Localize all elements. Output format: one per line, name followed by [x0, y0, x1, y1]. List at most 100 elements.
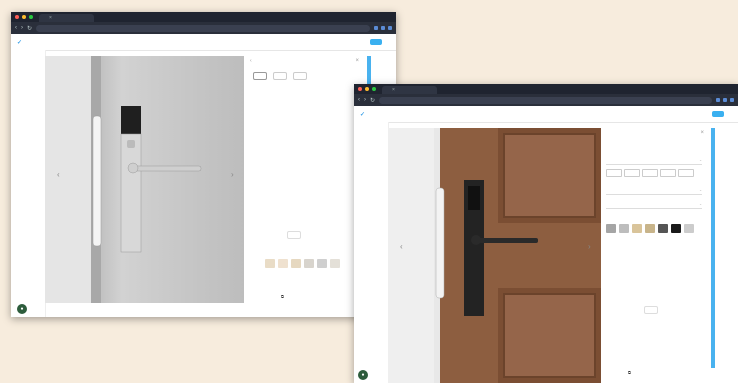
address-bar-row: ‹ › ↻	[11, 22, 396, 34]
url-field[interactable]	[36, 24, 370, 32]
color-swatch[interactable]	[671, 224, 681, 233]
option-pill[interactable]	[273, 72, 287, 80]
browser-window-back: × ‹ › ↻ ✓ ‹ › ‹ × ⧉ ●	[11, 12, 396, 317]
extension-icon[interactable]	[730, 98, 734, 102]
site-logo[interactable]: ✓	[360, 111, 365, 118]
color-swatch[interactable]	[632, 224, 642, 233]
cta-button[interactable]	[370, 39, 382, 45]
page-content: ‹ › ‹ × ⧉ ●	[11, 50, 396, 317]
color-swatch[interactable]	[304, 259, 314, 268]
close-icon[interactable]: ×	[355, 58, 359, 64]
color-swatch[interactable]	[658, 224, 668, 233]
color-swatch[interactable]	[265, 259, 275, 268]
site-header: ✓	[354, 106, 738, 123]
minimize-window-icon[interactable]	[365, 87, 369, 91]
extension-icon[interactable]	[381, 26, 385, 30]
chevron-down-icon: ⌄	[699, 202, 702, 206]
page-content: ‹ › × ⌄ ⌄ ⌄ ⧉ ●	[354, 122, 738, 383]
chevron-down-icon: ⌄	[699, 158, 702, 162]
window-controls[interactable]	[358, 87, 376, 91]
cart-icon[interactable]: ⧉	[281, 294, 284, 299]
window-controls[interactable]	[15, 15, 33, 19]
config-panel: × ⌄ ⌄ ⌄ ⧉	[604, 128, 707, 383]
chevron-down-icon: ⌄	[699, 188, 702, 192]
select-field[interactable]: ⌄	[606, 188, 702, 195]
chat-button[interactable]: ●	[17, 304, 27, 314]
extension-icon[interactable]	[716, 98, 720, 102]
cta-button[interactable]	[712, 111, 724, 117]
reload-icon[interactable]: ↻	[370, 97, 375, 104]
chat-button[interactable]: ●	[358, 370, 368, 380]
prev-image-icon[interactable]: ‹	[400, 242, 403, 251]
color-swatch[interactable]	[317, 259, 327, 268]
extension-icon[interactable]	[388, 26, 392, 30]
logo-mark-icon: ✓	[17, 39, 23, 46]
cart-icon[interactable]: ⧉	[628, 370, 631, 375]
color-swatch[interactable]	[619, 224, 629, 233]
photo-left-strip	[388, 128, 434, 383]
back-icon[interactable]: ‹	[358, 97, 360, 103]
left-margin	[354, 122, 389, 383]
config-panel: ‹ × ⧉	[247, 56, 362, 306]
browser-tab-bar: ×	[354, 84, 738, 94]
forward-icon[interactable]: ›	[364, 97, 366, 103]
close-window-icon[interactable]	[358, 87, 362, 91]
back-icon[interactable]: ‹	[15, 25, 17, 31]
extension-icon[interactable]	[374, 26, 378, 30]
color-swatch[interactable]	[606, 224, 616, 233]
add-to-cart-row: ⧉	[261, 294, 284, 299]
next-image-icon[interactable]: ›	[588, 242, 591, 251]
option-chip[interactable]	[678, 169, 694, 177]
logo-mark-icon: ✓	[360, 111, 366, 118]
forward-icon[interactable]: ›	[21, 25, 23, 31]
extensions	[716, 98, 734, 102]
close-icon[interactable]: ×	[700, 130, 704, 136]
prev-image-icon[interactable]: ‹	[57, 170, 60, 179]
reload-icon[interactable]: ↻	[27, 25, 32, 32]
tab-close-icon[interactable]: ×	[392, 87, 395, 93]
select-field[interactable]: ⌄	[606, 158, 702, 165]
next-image-icon[interactable]: ›	[231, 170, 234, 179]
color-swatches	[606, 224, 694, 233]
color-swatch[interactable]	[330, 259, 340, 268]
extensions	[374, 26, 392, 30]
option-chip[interactable]	[606, 169, 622, 177]
add-to-cart-row: ⧉	[608, 370, 631, 375]
door-lock-illustration	[91, 56, 202, 303]
back-icon[interactable]: ‹	[250, 58, 252, 64]
maximize-window-icon[interactable]	[372, 87, 376, 91]
product-photo	[91, 56, 244, 303]
option-pill[interactable]	[253, 72, 267, 80]
minimize-window-icon[interactable]	[22, 15, 26, 19]
option-pills	[253, 72, 356, 80]
color-swatches	[265, 259, 340, 268]
tab-close-icon[interactable]: ×	[49, 15, 52, 21]
maximize-window-icon[interactable]	[29, 15, 33, 19]
close-window-icon[interactable]	[15, 15, 19, 19]
address-bar-row: ‹ › ↻	[354, 94, 738, 106]
browser-tab-bar: ×	[11, 12, 396, 22]
door-lock-illustration	[434, 128, 601, 383]
url-field[interactable]	[379, 96, 712, 104]
browser-tab[interactable]: ×	[39, 14, 94, 22]
product-photo	[434, 128, 601, 383]
site-header: ✓	[11, 34, 396, 51]
info-box	[287, 231, 301, 239]
site-logo[interactable]: ✓	[17, 39, 22, 46]
photo-left-strip	[45, 56, 91, 303]
color-swatch[interactable]	[291, 259, 301, 268]
left-margin	[11, 50, 46, 317]
select-field[interactable]: ⌄	[606, 202, 702, 209]
color-swatch[interactable]	[684, 224, 694, 233]
option-chip[interactable]	[642, 169, 658, 177]
extension-icon[interactable]	[723, 98, 727, 102]
scrollbar[interactable]	[711, 128, 715, 368]
color-swatch[interactable]	[645, 224, 655, 233]
option-pill[interactable]	[293, 72, 307, 80]
info-box	[644, 306, 658, 314]
option-chip[interactable]	[660, 169, 676, 177]
option-chip[interactable]	[624, 169, 640, 177]
size-chips	[606, 169, 694, 177]
browser-tab[interactable]: ×	[382, 86, 437, 94]
color-swatch[interactable]	[278, 259, 288, 268]
